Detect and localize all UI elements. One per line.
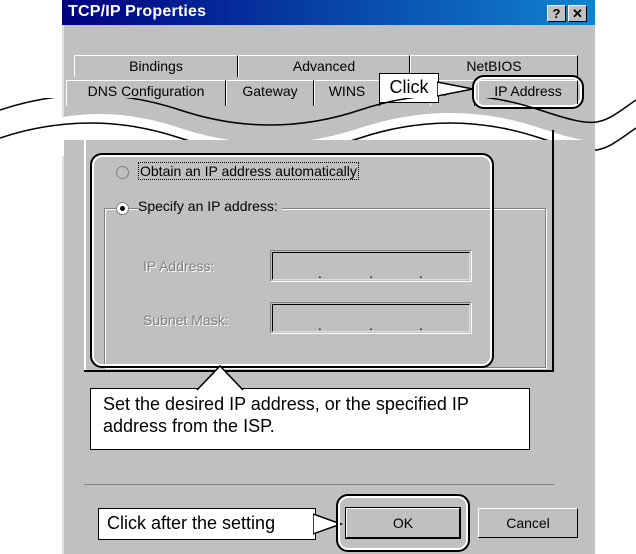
callout-pointer-right [437, 81, 474, 97]
bottom-divider [84, 484, 554, 485]
specify-ip-radio[interactable] [116, 202, 129, 215]
panel-border-left [84, 130, 86, 370]
window-title: TCP/IP Properties [68, 3, 207, 20]
obtain-ip-radio[interactable] [116, 166, 129, 179]
ip-hint-callout: Set the desired IP address, or the speci… [90, 388, 530, 450]
panel-border-right [552, 130, 554, 372]
callout-pointer-up [196, 364, 244, 391]
panel-border-bottom [84, 370, 554, 372]
help-button[interactable]: ? [547, 5, 566, 22]
ip-address-field[interactable]: . . . [270, 250, 472, 282]
specify-ip-label[interactable]: Specify an IP address: [138, 198, 282, 214]
cancel-button[interactable]: Cancel [478, 508, 578, 538]
subnet-mask-field[interactable]: . . . [270, 302, 472, 334]
close-button[interactable]: ✕ [568, 5, 587, 22]
tab-bindings[interactable]: Bindings [74, 55, 238, 77]
click-ok-callout: Click after the setting [98, 508, 316, 540]
ip-address-label: IP Address: [143, 258, 215, 274]
ok-button[interactable]: OK [345, 507, 461, 539]
subnet-mask-label: Subnet Mask: [143, 312, 229, 328]
obtain-ip-label[interactable]: Obtain an IP address automatically [138, 162, 359, 180]
